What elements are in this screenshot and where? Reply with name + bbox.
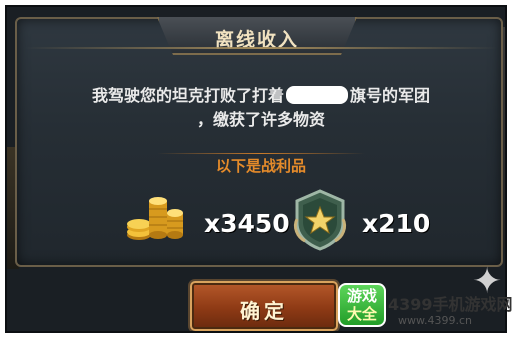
rewards-divider xyxy=(157,153,365,154)
medal-quantity: x210 xyxy=(362,209,431,238)
coins-quantity: x3450 xyxy=(204,209,290,238)
message-line-2: ，缴获了许多物资 xyxy=(196,110,325,129)
title-divider xyxy=(25,47,497,49)
message-line-1: 我驾驶您的坦克打败了打着 旗号的军团 xyxy=(17,82,505,106)
game-screen: 离线收入 我驾驶您的坦克打败了打着 旗号的军团 ，缴获了许多物资 以下是战利品 x… xyxy=(5,5,507,333)
star-medal-icon xyxy=(293,189,347,251)
brand-logo-top: 游戏 xyxy=(346,287,377,305)
censored-name xyxy=(286,86,348,104)
brand-logo: 游戏 大全 xyxy=(338,283,386,327)
brand-url: www.4399.cn xyxy=(398,314,472,327)
rewards-label: 以下是战利品 xyxy=(215,157,306,175)
message-line-1-start: 我驾驶您的坦克打败了打着 xyxy=(91,86,284,105)
gold-coins-icon xyxy=(127,197,183,240)
offline-income-dialog: 离线收入 我驾驶您的坦克打败了打着 旗号的军团 ，缴获了许多物资 以下是战利品 x… xyxy=(15,17,503,267)
brand-logo-bottom: 大全 xyxy=(346,305,377,323)
confirm-button[interactable]: 确定 xyxy=(190,281,338,331)
confirm-button-label: 确定 xyxy=(240,299,288,323)
message-line-1-end: 旗号的军团 xyxy=(350,86,431,105)
brand-name: 4399手机游戏网 xyxy=(388,295,513,314)
